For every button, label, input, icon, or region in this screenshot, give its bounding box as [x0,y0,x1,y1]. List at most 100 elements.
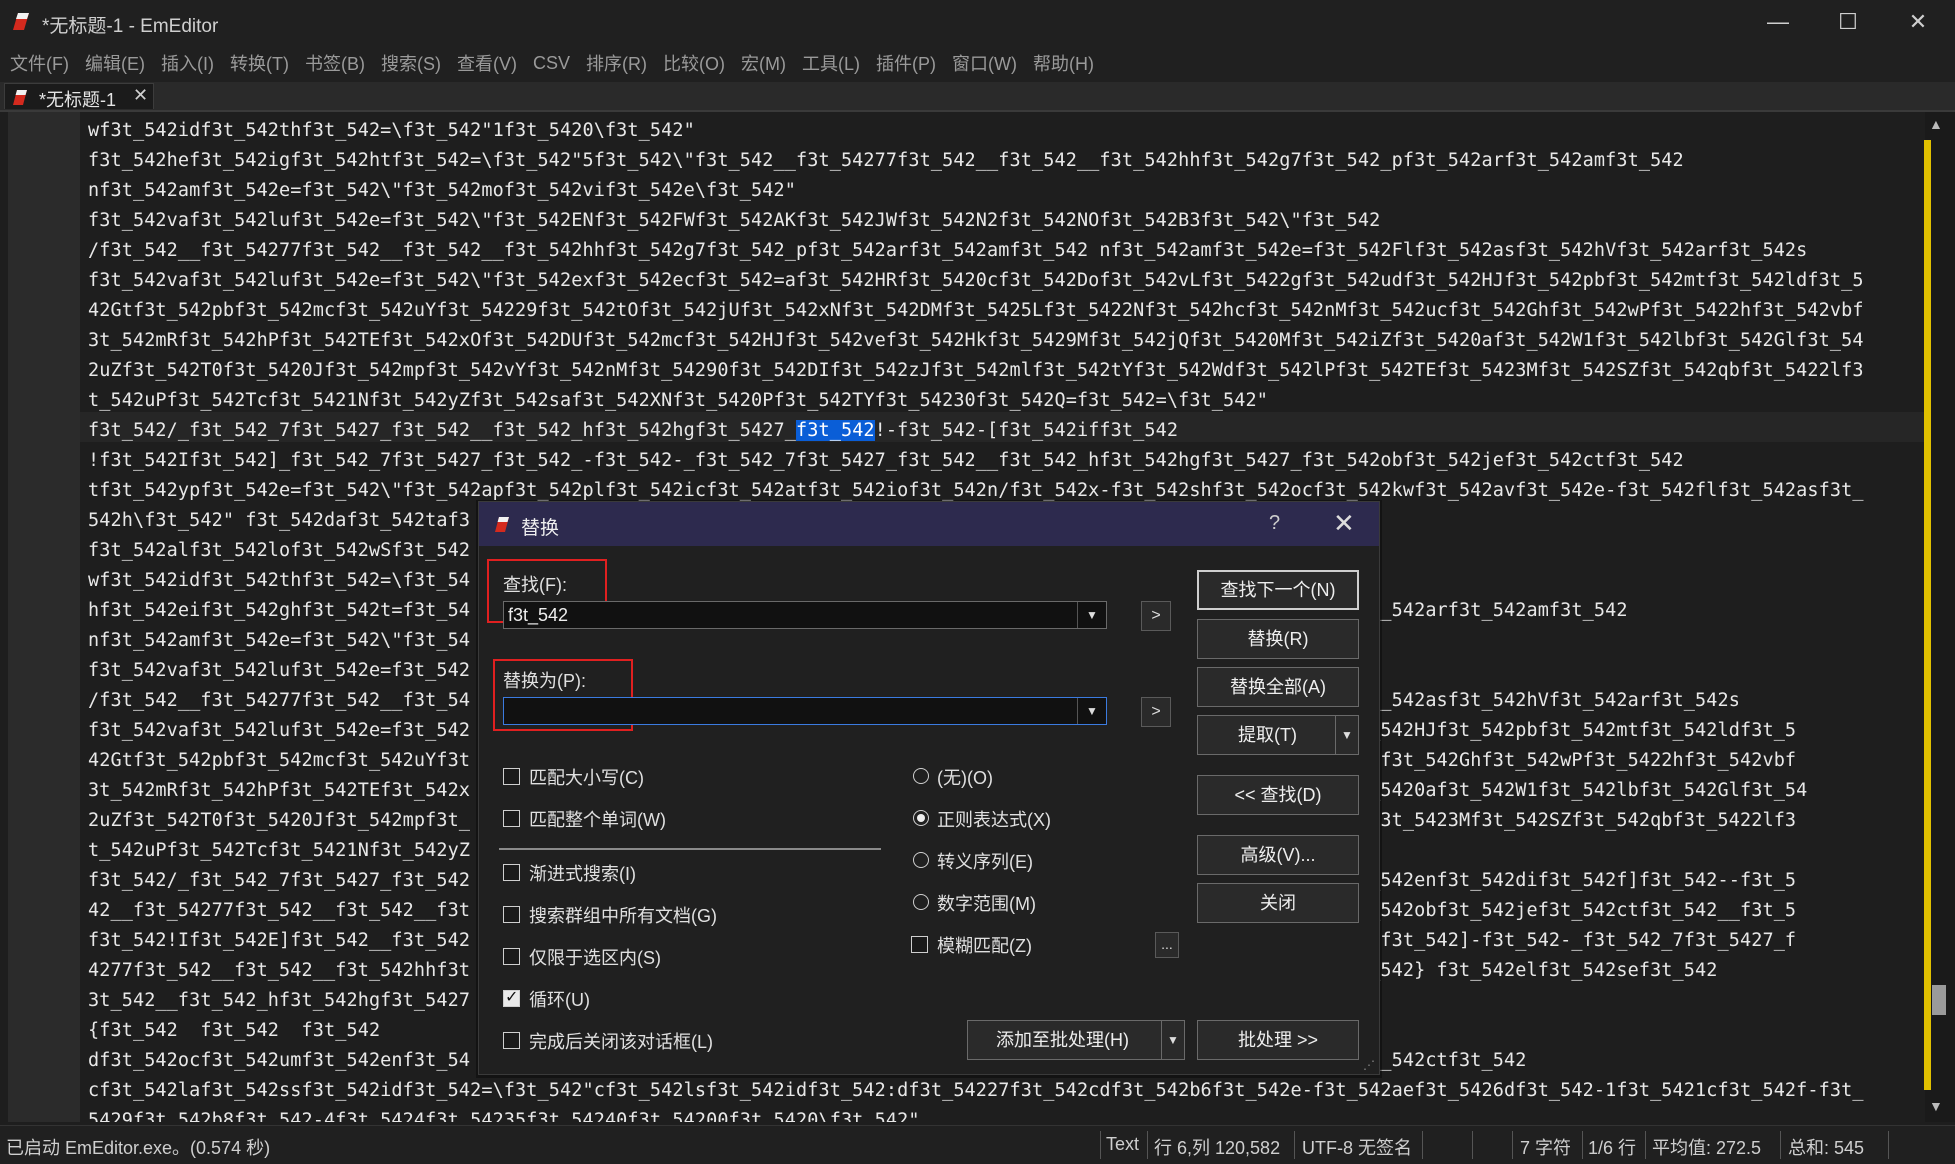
search-mode-numeric-range-radio[interactable] [913,894,929,910]
status-cursor-position[interactable]: 行 6,列 120,582 [1154,1134,1280,1160]
selection-only-checkbox[interactable] [503,948,520,965]
incremental-search-label[interactable]: 渐进式搜索(I) [529,860,636,886]
wrap-around-label[interactable]: 循环(U) [529,986,590,1012]
fuzzy-match-checkbox[interactable] [911,936,928,953]
dialog-title: 替换 [521,518,560,539]
selection-only-label[interactable]: 仅限于选区内(S) [529,944,661,970]
status-divider [1422,1131,1423,1159]
maximize-button[interactable]: ☐ [1817,4,1879,40]
search-mode-escape-radio[interactable] [913,852,929,868]
search-mode-escape-label[interactable]: 转义序列(E) [937,848,1033,874]
menu-view[interactable]: 查看(V) [457,50,517,76]
chevron-down-icon[interactable]: ▼ [1077,698,1106,724]
batch-button[interactable]: 批处理 >> [1197,1020,1359,1060]
match-case-checkbox[interactable] [503,768,520,785]
find-special-chars-button[interactable]: > [1141,601,1171,631]
add-to-batch-split-button[interactable]: 添加至批处理(H) ▼ [967,1020,1185,1060]
tab-untitled-1[interactable]: *无标题-1 ✕ [4,83,154,110]
search-match-marker-bar [1924,140,1931,1090]
search-mode-regex-label[interactable]: 正则表达式(X) [937,806,1051,832]
code-line-current: f3t_542/_f3t_542_7f3t_5427_f3t_542__f3t_… [88,416,1864,446]
replace-input[interactable] [508,700,1088,722]
close-when-done-checkbox[interactable] [503,1032,520,1049]
menu-search[interactable]: 搜索(S) [381,50,441,76]
code-line-suffix: !-f3t_542-[f3t_542iff3t_542 [874,420,1179,441]
dialog-close-icon[interactable]: ✕ [1333,508,1355,539]
title-bar: *无标题-1 - EmEditor — ☐ ✕ [0,0,1955,44]
close-button[interactable]: 关闭 [1197,883,1359,923]
menu-bookmarks[interactable]: 书签(B) [305,50,365,76]
menu-edit[interactable]: 编辑(E) [85,50,145,76]
menu-file[interactable]: 文件(F) [10,50,69,76]
fuzzy-match-label[interactable]: 模糊匹配(Z) [937,932,1032,958]
add-to-batch-label[interactable]: 添加至批处理(H) [996,1030,1129,1050]
menu-csv[interactable]: CSV [533,53,570,74]
close-when-done-label[interactable]: 完成后关闭该对话框(L) [529,1028,713,1054]
dialog-title-bar[interactable]: 替换 ? ✕ [479,502,1379,546]
search-mode-numeric-range-label[interactable]: 数字范围(M) [937,890,1036,916]
status-message: 已启动 EmEditor.exe。(0.574 秒) [6,1138,271,1158]
code-line: 5429f3t_542b8f3t_542-4f3t_5424f3t_54235f… [88,1110,920,1122]
search-mode-none-label[interactable]: (无)(O) [937,764,993,790]
chevron-down-icon[interactable]: ▼ [1161,1021,1184,1059]
find-combobox[interactable]: ▼ [503,601,1107,629]
replace-label: 替换为(P): [503,671,586,691]
scrollbar-thumb[interactable] [1932,985,1946,1015]
menu-plugins[interactable]: 插件(P) [876,50,936,76]
emeditor-app-icon [495,517,509,532]
match-case-label[interactable]: 匹配大小写(C) [529,764,644,790]
status-mode[interactable]: Text [1106,1134,1139,1155]
extract-button-label[interactable]: 提取(T) [1238,725,1297,745]
menu-macros[interactable]: 宏(M) [741,50,786,76]
code-line: 42Gtf3t_542pbf3t_542mcf3t_542uYf3t_54229… [88,300,1864,321]
replace-all-button[interactable]: 替换全部(A) [1197,667,1359,707]
close-window-button[interactable]: ✕ [1887,4,1949,40]
status-divider [1780,1131,1781,1159]
scroll-down-arrow-icon[interactable]: ▼ [1929,1098,1943,1114]
chevron-down-icon[interactable]: ▼ [1335,716,1358,754]
find-next-button[interactable]: 查找下一个(N) [1197,570,1359,610]
minimize-button[interactable]: — [1747,4,1809,40]
search-all-docs-label[interactable]: 搜索群组中所有文档(G) [529,902,717,928]
status-divider [1582,1131,1583,1159]
chevron-down-icon[interactable]: ▼ [1077,602,1106,628]
extract-split-button[interactable]: 提取(T) ▼ [1197,715,1359,755]
menu-bar: 文件(F) 编辑(E) 插入(I) 转换(T) 书签(B) 搜索(S) 查看(V… [0,44,1955,82]
search-mode-regex-radio[interactable] [913,810,929,826]
help-icon[interactable]: ? [1269,512,1280,535]
code-line: wf3t_542idf3t_542thf3t_542=\f3t_542"1f3t… [88,120,695,141]
replace-button[interactable]: 替换(R) [1197,619,1359,659]
menu-insert[interactable]: 插入(I) [161,50,214,76]
wrap-around-checkbox[interactable] [503,987,520,1007]
search-mode-none-radio[interactable] [913,768,929,784]
status-line-count: 1/6 行 [1588,1138,1637,1158]
emeditor-app-icon [13,13,29,30]
fuzzy-options-button[interactable]: ... [1155,932,1179,958]
incremental-search-checkbox[interactable] [503,864,520,881]
replace-combobox[interactable]: ▼ [503,697,1107,725]
menu-convert[interactable]: 转换(T) [230,50,289,76]
match-whole-word-label[interactable]: 匹配整个单词(W) [529,806,666,832]
menu-sort[interactable]: 排序(R) [586,50,647,76]
status-encoding[interactable]: UTF-8 无签名 [1302,1134,1412,1160]
code-line: /f3t_542__f3t_54277f3t_542__f3t_542__f3t… [88,240,1808,261]
menu-help[interactable]: 帮助(H) [1033,50,1094,76]
status-divider [1645,1131,1646,1159]
menu-window[interactable]: 窗口(W) [952,50,1017,76]
scroll-up-arrow-icon[interactable]: ▲ [1929,116,1943,132]
replace-special-chars-button[interactable]: > [1141,697,1171,727]
menu-tools[interactable]: 工具(L) [802,50,860,76]
find-label: 查找(F): [503,575,567,595]
code-line: !f3t_542If3t_542]_f3t_542_7f3t_5427_f3t_… [88,450,1684,471]
search-all-docs-checkbox[interactable] [503,906,520,923]
advanced-button[interactable]: 高级(V)... [1197,835,1359,875]
menu-compare[interactable]: 比较(O) [663,50,725,76]
tab-close-icon[interactable]: ✕ [133,85,148,106]
resize-grip-icon[interactable]: ⋰ [1363,1058,1375,1072]
status-divider [1294,1131,1295,1159]
code-line: 2uZf3t_542T0f3t_5420Jf3t_542mpf3t_542vYf… [88,360,1864,381]
find-back-button[interactable]: << 查找(D) [1197,775,1359,815]
separator [499,848,881,850]
find-input[interactable] [508,604,1088,626]
match-whole-word-checkbox[interactable] [503,810,520,827]
